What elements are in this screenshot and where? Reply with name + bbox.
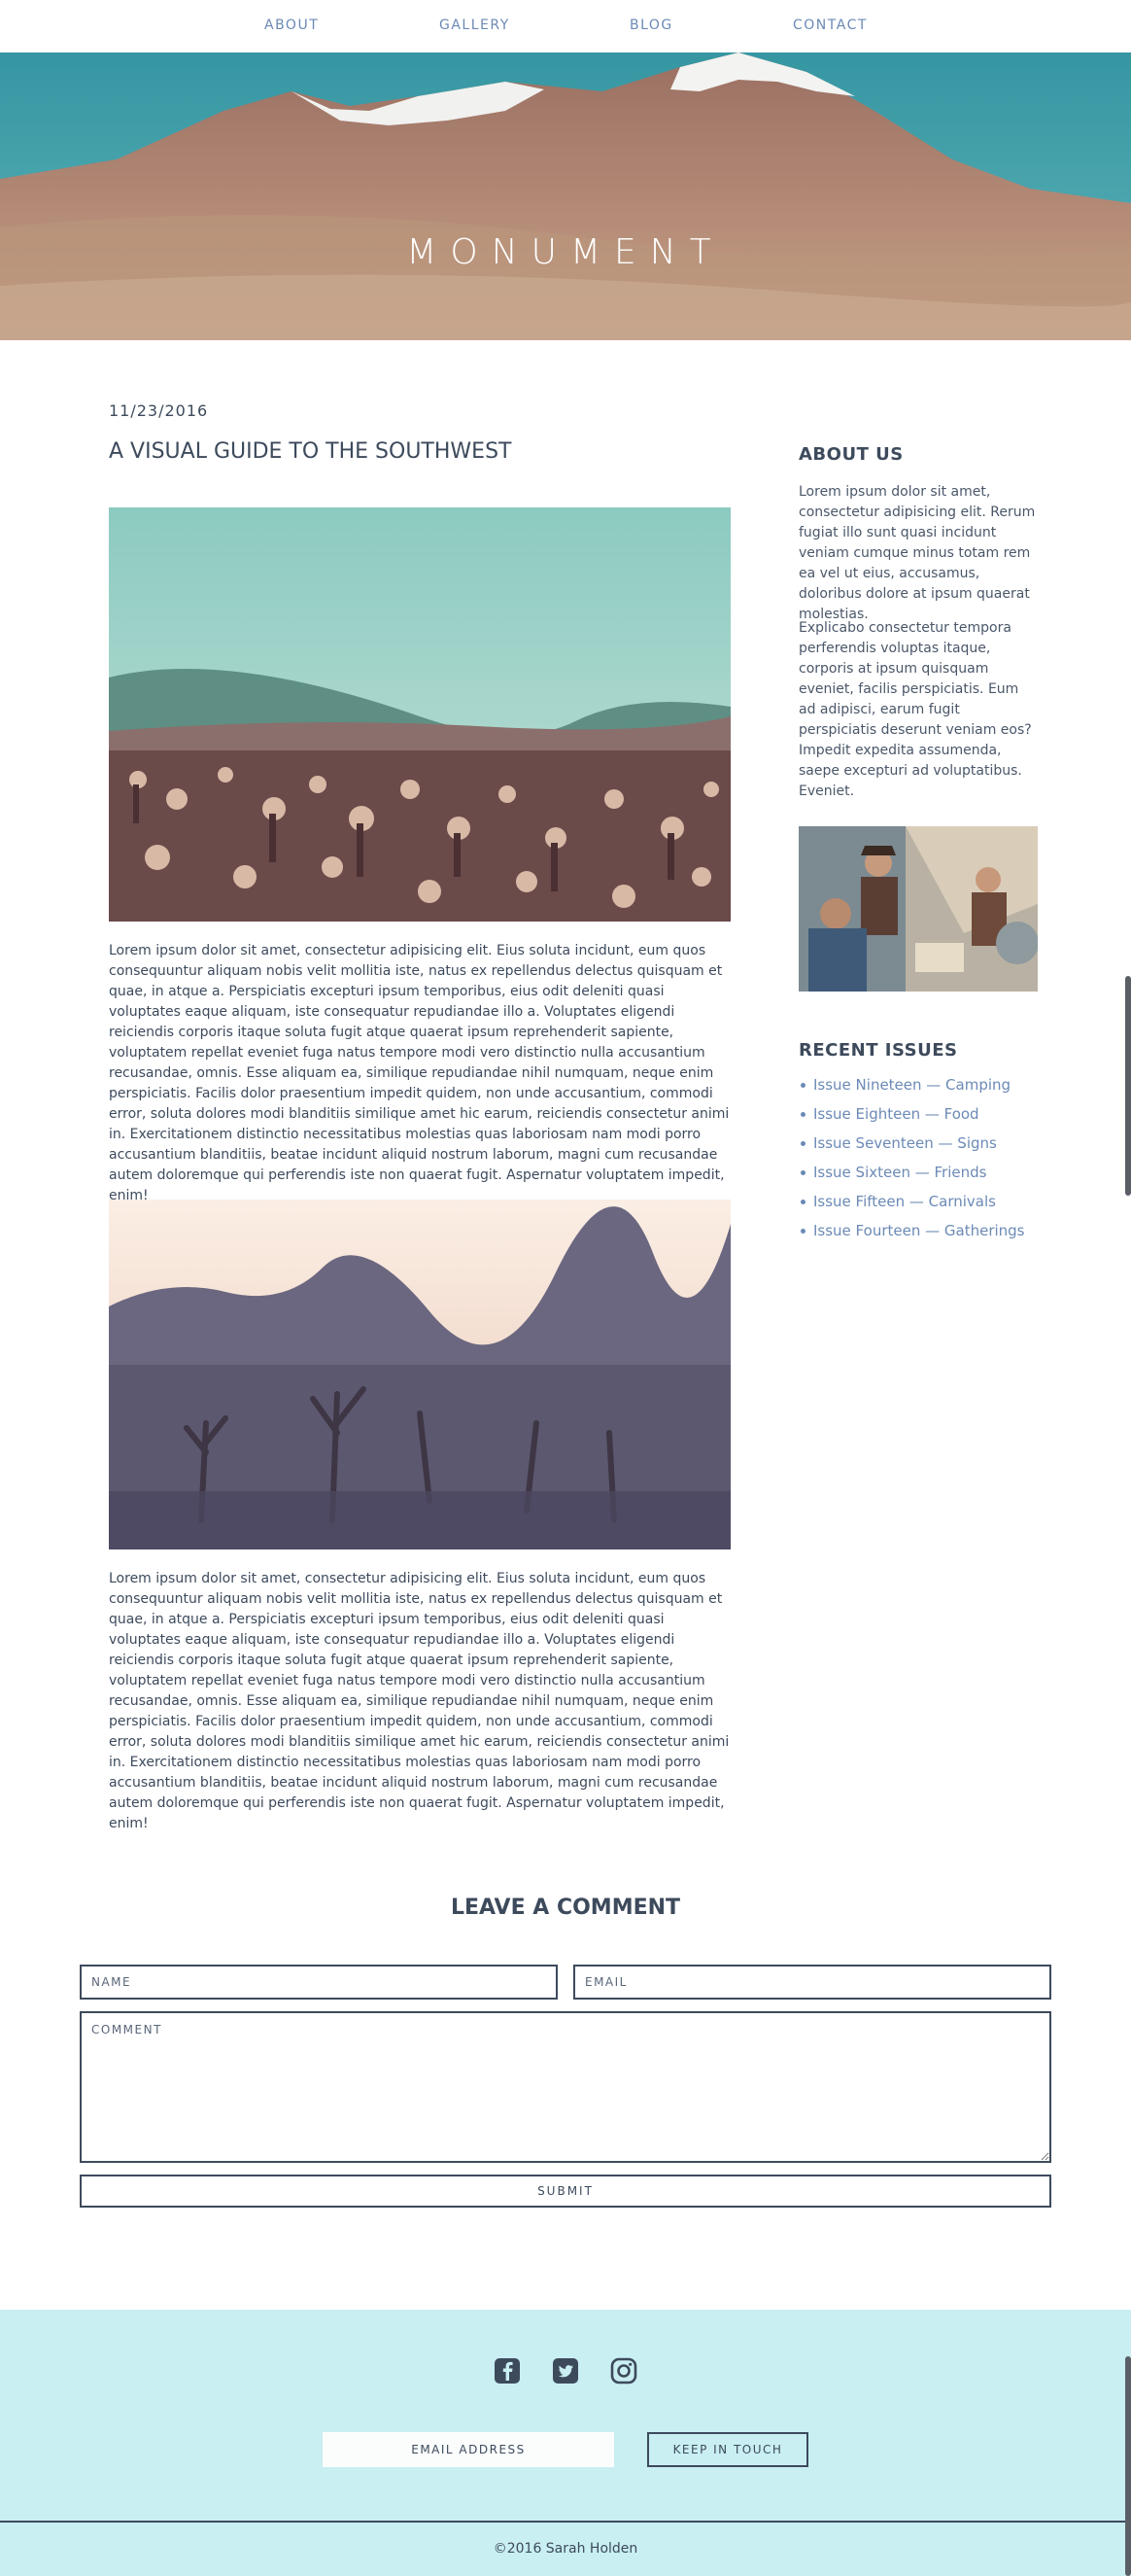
friends-camping-photo bbox=[799, 826, 1038, 992]
recent-issues-list: Issue Nineteen — Camping Issue Eighteen … bbox=[799, 1075, 1025, 1250]
scrollbar-thumb-lower[interactable] bbox=[1125, 2356, 1131, 2576]
top-navigation: ABOUT GALLERY BLOG CONTACT bbox=[0, 0, 1131, 52]
submit-button[interactable]: SUBMIT bbox=[80, 2175, 1051, 2208]
about-us-heading: ABOUT US bbox=[799, 444, 904, 465]
list-item: Issue Fifteen — Carnivals bbox=[799, 1192, 1025, 1221]
copyright-text: ©2016 Sarah Holden bbox=[493, 2541, 638, 2557]
name-field[interactable] bbox=[80, 1965, 558, 2000]
about-us-paragraph-2: Explicabo consectetur tempora perferendi… bbox=[799, 620, 1032, 799]
comment-textarea[interactable] bbox=[80, 2011, 1051, 2163]
email-field[interactable] bbox=[573, 1965, 1051, 2000]
issue-link-fifteen[interactable]: Issue Fifteen — Carnivals bbox=[813, 1193, 996, 1210]
post-paragraph-1: Lorem ipsum dolor sit amet, consectetur … bbox=[109, 943, 730, 1203]
list-item: Issue Eighteen — Food bbox=[799, 1104, 1025, 1133]
hero-banner: MONUMENT bbox=[0, 52, 1131, 340]
list-item: Issue Fourteen — Gatherings bbox=[799, 1221, 1025, 1250]
hero-mountain-image bbox=[0, 52, 1131, 340]
keep-in-touch-button[interactable]: KEEP IN TOUCH bbox=[647, 2432, 808, 2467]
list-item: Issue Sixteen — Friends bbox=[799, 1163, 1025, 1192]
instagram-icon[interactable] bbox=[609, 2356, 638, 2385]
post-title: A VISUAL GUIDE TO THE SOUTHWEST bbox=[109, 439, 512, 464]
recent-issues-heading: RECENT ISSUES bbox=[799, 1040, 958, 1061]
newsletter-email-input[interactable] bbox=[323, 2432, 614, 2467]
about-us-paragraph-1: Lorem ipsum dolor sit amet, consectetur … bbox=[799, 484, 1036, 622]
nav-gallery-link[interactable]: GALLERY bbox=[439, 17, 510, 33]
nav-contact-link[interactable]: CONTACT bbox=[793, 17, 868, 33]
nav-about-link[interactable]: ABOUT bbox=[264, 17, 319, 33]
leave-comment-heading: LEAVE A COMMENT bbox=[450, 1896, 681, 1920]
cactus-field-photo bbox=[109, 507, 731, 922]
issue-link-eighteen[interactable]: Issue Eighteen — Food bbox=[813, 1105, 979, 1123]
hero-title: MONUMENT bbox=[406, 232, 725, 272]
twitter-icon[interactable] bbox=[551, 2356, 580, 2385]
cactus-dusk-photo bbox=[109, 1200, 731, 1549]
list-item: Issue Seventeen — Signs bbox=[799, 1133, 1025, 1163]
issue-link-fourteen[interactable]: Issue Fourteen — Gatherings bbox=[813, 1222, 1025, 1239]
post-date: 11/23/2016 bbox=[109, 401, 209, 420]
issue-link-seventeen[interactable]: Issue Seventeen — Signs bbox=[813, 1134, 997, 1152]
issue-link-sixteen[interactable]: Issue Sixteen — Friends bbox=[813, 1164, 986, 1181]
post-paragraph-2: Lorem ipsum dolor sit amet, consectetur … bbox=[109, 1571, 730, 1831]
list-item: Issue Nineteen — Camping bbox=[799, 1075, 1025, 1104]
facebook-icon[interactable] bbox=[493, 2356, 522, 2385]
footer-divider bbox=[0, 2521, 1131, 2523]
nav-blog-link[interactable]: BLOG bbox=[630, 17, 673, 33]
issue-link-nineteen[interactable]: Issue Nineteen — Camping bbox=[813, 1076, 1011, 1094]
scrollbar-thumb[interactable] bbox=[1125, 976, 1131, 1196]
